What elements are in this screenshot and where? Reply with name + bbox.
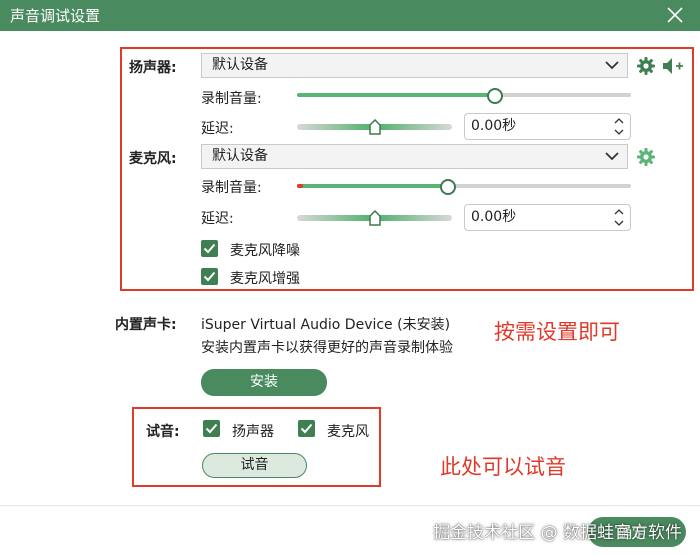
soundcard-hint: 安装内置声卡以获得更好的声音录制体验 <box>201 340 453 356</box>
annotation-settings-note: 按需设置即可 <box>494 320 620 344</box>
annotation-box-test <box>132 407 381 487</box>
footer-divider <box>0 505 700 506</box>
soundcard-label: 内置声卡: <box>115 317 177 333</box>
title-bar: 声音调试设置 <box>0 0 700 31</box>
close-icon[interactable] <box>666 6 684 24</box>
annotation-box-settings <box>120 47 694 291</box>
install-button[interactable]: 安装 <box>201 369 327 396</box>
soundcard-device-name: iSuper Virtual Audio Device (未安装) <box>201 317 451 333</box>
window-title: 声音调试设置 <box>10 7 101 25</box>
watermark-text: 掘金技术社区 @ 数据蛙官方软件 <box>433 523 682 543</box>
annotation-test-note: 此处可以试音 <box>440 455 566 479</box>
